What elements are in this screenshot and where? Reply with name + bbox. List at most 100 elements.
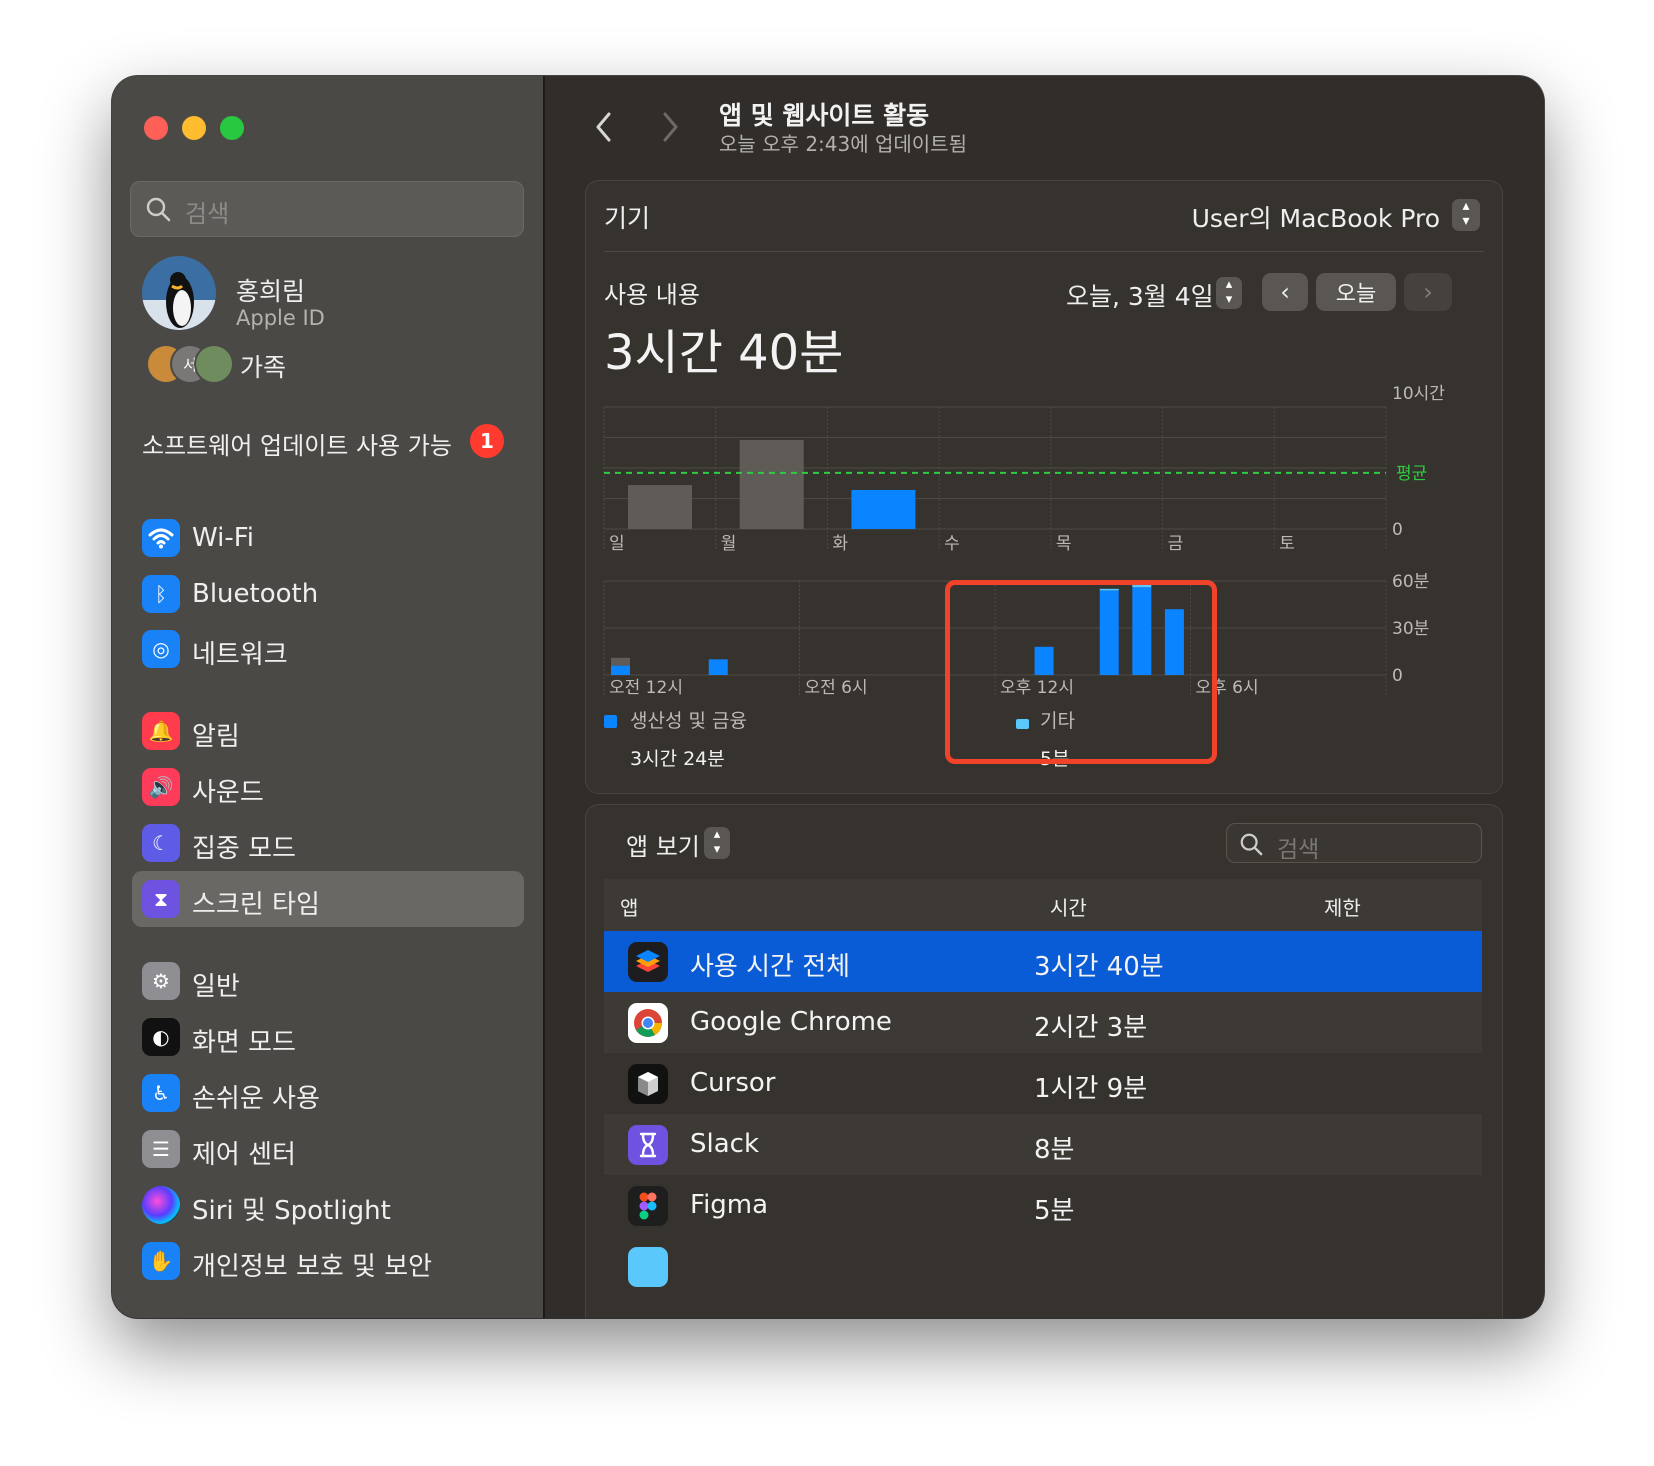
sidebar-item-12[interactable]: Siri 및 Spotlight (132, 1177, 524, 1233)
x-tick-label: 일 (609, 534, 625, 554)
sidebar-item-3[interactable]: ◎ 네트워크 (132, 621, 524, 677)
y-tick-label: 10시간 (1392, 384, 1445, 404)
table-header: 앱 시간 제한 (604, 879, 1482, 931)
sidebar-item-1[interactable]: Wi-Fi (132, 510, 524, 566)
moon-icon: ☾ (142, 824, 180, 862)
update-count-badge: 1 (470, 424, 504, 458)
figma-icon (628, 1186, 668, 1226)
sidebar-item-label: 사운드 (192, 778, 264, 808)
avatar (142, 256, 216, 330)
sidebar-item-label: 네트워크 (192, 640, 288, 670)
software-update-label: 소프트웨어 업데이트 사용 가능 (142, 432, 452, 460)
sidebar-item-11[interactable]: ☰ 제어 센터 (132, 1121, 524, 1177)
hand-icon: ✋ (142, 1242, 180, 1280)
app-time: 8분 (1034, 1135, 1075, 1165)
forward-chevron-icon[interactable] (659, 110, 681, 144)
sidebar-item-5[interactable]: 🔊 사운드 (132, 759, 524, 815)
back-chevron-icon[interactable] (593, 110, 615, 144)
software-update-row[interactable]: 소프트웨어 업데이트 사용 가능 1 (132, 416, 524, 466)
x-tick-label: 화 (832, 534, 848, 554)
updown-chevron-icon: ▴ ▾ (704, 827, 730, 859)
y-tick-label: 0 (1392, 666, 1403, 686)
sidebar-search-input[interactable]: 검색 (130, 181, 524, 237)
bell-icon: 🔔 (142, 712, 180, 750)
table-row[interactable]: Slack 8분 (604, 1114, 1482, 1175)
x-tick-label: 오전 12시 (609, 678, 683, 698)
y-tick-label: 60분 (1392, 572, 1429, 592)
app-time: 5분 (1034, 1196, 1075, 1226)
sidebar-item-label: Wi-Fi (192, 523, 255, 553)
wifi-icon (142, 519, 180, 557)
sidebar-item-6[interactable]: ☾ 집중 모드 (132, 815, 524, 871)
minimize-button[interactable] (182, 116, 206, 140)
page-subtitle: 오늘 오후 2:43에 업데이트됨 (719, 132, 967, 156)
hourglass-icon: ⧗ (142, 880, 180, 918)
sidebar-item-13[interactable]: ✋ 개인정보 보호 및 보안 (132, 1233, 524, 1289)
search-icon (146, 197, 171, 222)
column-app[interactable]: 앱 (620, 892, 638, 921)
sidebar-item-label: 제어 센터 (192, 1140, 296, 1170)
hour-bar-productivity (708, 659, 728, 675)
app-view-label: 앱 보기 (626, 833, 700, 861)
sidebar-item-label: 화면 모드 (192, 1028, 296, 1058)
search-placeholder: 검색 (185, 200, 230, 228)
sidebar-item-9[interactable]: ◐ 화면 모드 (132, 1009, 524, 1065)
app-table: 사용 시간 전체 3시간 40분 Google Chrome 2시간 3분 Cursor… (604, 931, 1482, 1318)
x-tick-label: 토 (1279, 534, 1295, 554)
column-time[interactable]: 시간 (1050, 892, 1087, 921)
accessibility-icon: ♿ (142, 1074, 180, 1112)
day-bar (628, 485, 692, 529)
app-time: 2시간 3분 (1034, 1013, 1148, 1043)
legend-total-productivity: 3시간 24분 (630, 748, 725, 770)
apple-id-row[interactable]: 홍희림 Apple ID (132, 256, 524, 336)
sidebar-item-label: 스크린 타임 (192, 890, 320, 920)
sidebar-item-10[interactable]: ♿ 손쉬운 사용 (132, 1065, 524, 1121)
search-placeholder: 검색 (1277, 837, 1320, 863)
sidebar-item-label: 개인정보 보호 및 보안 (192, 1252, 433, 1282)
x-tick-label: 목 (1056, 534, 1072, 554)
app-name: Slack (690, 1129, 760, 1159)
appearance-icon: ◐ (142, 1018, 180, 1056)
sidebar-item-label: 알림 (192, 722, 240, 752)
sidebar: 검색 홍희림 Apple ID 서 가족 소프트웨어 업데이트 사용 가능 1 … (112, 76, 545, 1318)
toggles-icon: ☰ (142, 1130, 180, 1168)
sidebar-item-2[interactable]: ᛒ Bluetooth (132, 566, 524, 622)
average-label: 평균 (1396, 464, 1427, 484)
day-bar (739, 439, 804, 529)
table-row[interactable]: Figma 5분 (604, 1175, 1482, 1236)
zoom-button[interactable] (220, 116, 244, 140)
bluetooth-icon: ᛒ (142, 575, 180, 613)
app-search-input[interactable]: 검색 (1226, 823, 1482, 863)
column-limit[interactable]: 제한 (1324, 892, 1361, 921)
legend-swatch-productivity (604, 715, 617, 728)
table-row[interactable]: 사용 시간 전체 3시간 40분 (604, 931, 1482, 992)
sidebar-item-label: 집중 모드 (192, 834, 296, 864)
x-tick-label: 오전 6시 (805, 678, 868, 698)
hour-bar-productivity (611, 665, 630, 675)
hourglass-icon (628, 1125, 668, 1165)
close-button[interactable] (144, 116, 168, 140)
table-row[interactable]: Cursor 1시간 9분 (604, 1053, 1482, 1114)
table-row[interactable] (604, 1236, 1482, 1297)
sidebar-item-8[interactable]: ⚙ 일반 (132, 953, 524, 1009)
x-tick-label: 월 (721, 534, 737, 554)
y-tick-label: 0 (1392, 520, 1403, 540)
page-title: 앱 및 웹사이트 활동 (719, 101, 930, 130)
settings-window: 검색 홍희림 Apple ID 서 가족 소프트웨어 업데이트 사용 가능 1 … (112, 76, 1544, 1318)
app-name: Google Chrome (690, 1007, 892, 1037)
sidebar-item-label: Siri 및 Spotlight (192, 1196, 391, 1226)
profile-apple-id: Apple ID (236, 306, 325, 330)
apps-card: 앱 보기 ▴ ▾ 검색 앱 시간 제한 사용 시간 전체 3시간 40분 Google… (585, 804, 1503, 1318)
hour-bar-other (611, 657, 630, 666)
speaker-icon: 🔊 (142, 768, 180, 806)
sidebar-item-4[interactable]: 🔔 알림 (132, 703, 524, 759)
globe-icon: ◎ (142, 630, 180, 668)
search-icon (1240, 833, 1263, 856)
day-bar (851, 489, 916, 529)
table-row[interactable]: Google Chrome 2시간 3분 (604, 992, 1482, 1053)
family-row[interactable]: 서 가족 (132, 338, 524, 388)
y-tick-label: 30분 (1392, 619, 1429, 639)
sidebar-item-7[interactable]: ⧗ 스크린 타임 (132, 871, 524, 927)
app-name: Figma (690, 1190, 769, 1220)
profile-name: 홍희림 (236, 277, 306, 306)
